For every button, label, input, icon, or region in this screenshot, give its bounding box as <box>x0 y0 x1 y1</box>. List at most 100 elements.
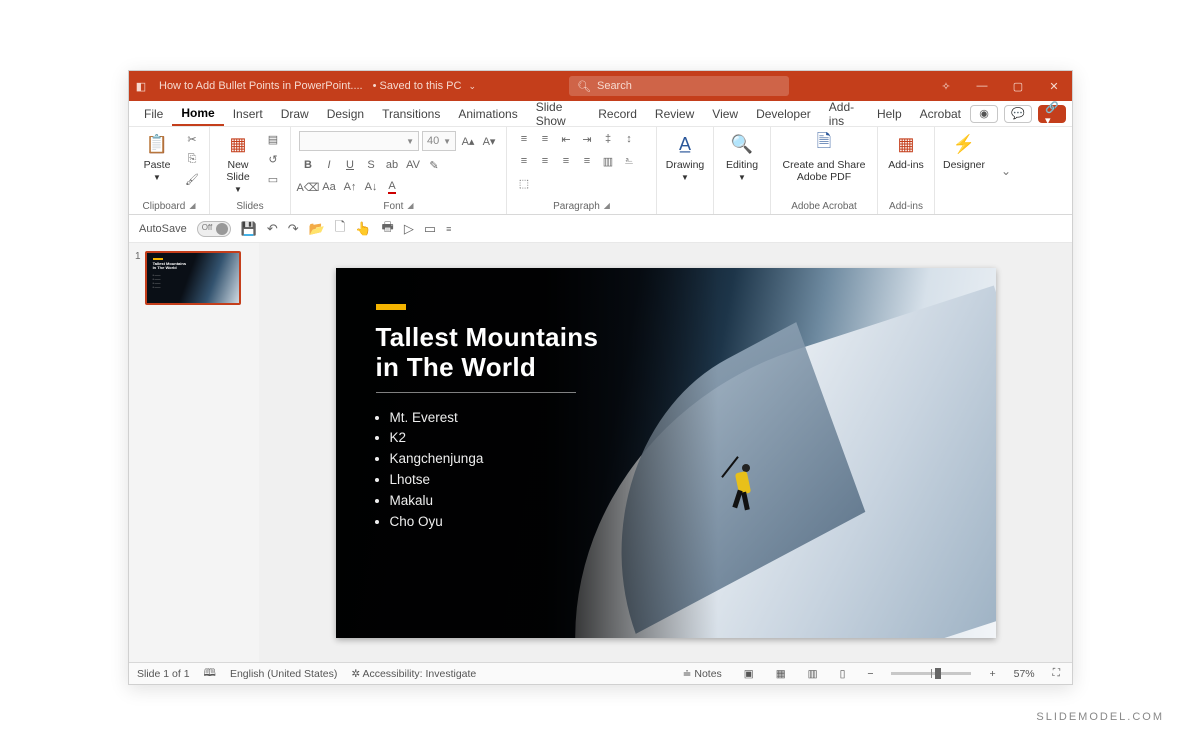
shadow-button[interactable]: ab <box>383 157 401 173</box>
accessibility-status[interactable]: ✲ Accessibility: Investigate <box>351 668 476 680</box>
tab-insert[interactable]: Insert <box>224 103 272 125</box>
tab-review[interactable]: Review <box>646 103 703 125</box>
coming-soon-icon[interactable]: ✧ <box>928 71 964 101</box>
change-case-button[interactable]: Aa <box>320 179 338 195</box>
slide-counter[interactable]: Slide 1 of 1 <box>137 668 190 680</box>
save-button[interactable]: 💾 <box>241 221 257 237</box>
list-item[interactable]: Makalu <box>390 491 484 512</box>
align-text-button[interactable]: ⎁ <box>620 153 638 169</box>
justify-button[interactable]: ≡ <box>578 153 596 169</box>
minimize-button[interactable]: ― <box>964 71 1000 101</box>
italic-button[interactable]: I <box>320 157 338 173</box>
zoom-out-button[interactable]: − <box>863 668 877 680</box>
line-spacing-button[interactable]: ‡ <box>599 131 617 147</box>
font-launcher-icon[interactable]: ◢ <box>407 201 413 212</box>
indent-decrease-button[interactable]: ⇤ <box>557 131 575 147</box>
reading-view-button[interactable]: ▥ <box>804 668 822 680</box>
section-button[interactable]: ▭ <box>264 171 282 187</box>
slide-canvas-area[interactable]: Tallest Mountainsin The World Mt. Everes… <box>259 243 1072 662</box>
font-shrink-button[interactable]: A↓ <box>362 179 380 195</box>
slide-bullet-list[interactable]: Mt. Everest K2 Kangchenjunga Lhotse Maka… <box>390 408 484 534</box>
autosave-toggle[interactable]: Off <box>197 221 231 237</box>
font-family-select[interactable]: ▼ <box>299 131 419 151</box>
highlight-button[interactable]: ✎ <box>425 157 443 173</box>
addins-button[interactable]: ▦ Add-ins <box>886 131 926 171</box>
text-direction-button[interactable]: ↕ <box>620 131 638 147</box>
thumbnail-1[interactable]: Tallest MountainsIn The World • ——• ——• … <box>145 251 241 305</box>
columns-button[interactable]: ▥ <box>599 153 617 169</box>
tab-view[interactable]: View <box>703 103 747 125</box>
convert-smartart-button[interactable]: ⬚ <box>515 175 533 191</box>
qat-more-button[interactable]: ≡ <box>446 224 451 234</box>
font-color-button[interactable]: A <box>383 179 401 195</box>
search-box[interactable]: 🔍︎ <box>569 76 789 96</box>
print-button[interactable]: 🖶 <box>382 218 394 240</box>
normal-view-button[interactable]: ▣ <box>740 668 758 680</box>
indent-increase-button[interactable]: ⇥ <box>578 131 596 147</box>
save-status[interactable]: • Saved to this PC <box>369 80 466 92</box>
collapse-ribbon-button[interactable]: ⌄ <box>993 164 1019 178</box>
comments-button[interactable]: 💬 <box>1004 105 1032 123</box>
redo-button[interactable]: ↷ <box>288 221 299 237</box>
cut-button[interactable]: ✂ <box>183 131 201 147</box>
zoom-slider[interactable] <box>891 672 971 675</box>
paste-button[interactable]: 📋 Paste ▼ <box>137 131 177 182</box>
copy-button[interactable]: ⎘ <box>183 151 201 167</box>
from-beginning-button[interactable]: ▷ <box>404 221 414 237</box>
tab-record[interactable]: Record <box>589 103 646 125</box>
designer-button[interactable]: ⚡ Designer <box>943 131 985 171</box>
new-slide-button[interactable]: ▦ New Slide ▼ <box>218 131 258 194</box>
new-file-button[interactable]: 🗋 <box>335 218 345 240</box>
fit-to-window-button[interactable]: ⛶ <box>1049 667 1064 680</box>
bullets-button[interactable]: ≡ <box>515 131 533 147</box>
slide-thumbnail-pane[interactable]: 1 Tallest MountainsIn The World • ——• ——… <box>129 243 259 662</box>
zoom-level[interactable]: 57% <box>1014 668 1035 680</box>
tab-home[interactable]: Home <box>172 102 223 126</box>
search-input[interactable] <box>597 80 781 92</box>
close-button[interactable]: ✕ <box>1036 71 1072 101</box>
slide-title[interactable]: Tallest Mountainsin The World <box>376 322 599 383</box>
document-title[interactable]: How to Add Bullet Points in PowerPoint..… <box>153 80 369 92</box>
editing-button[interactable]: 🔍 Editing ▼ <box>722 131 762 182</box>
char-spacing-button[interactable]: AV <box>404 157 422 173</box>
list-item[interactable]: K2 <box>390 428 484 449</box>
tab-help[interactable]: Help <box>868 103 911 125</box>
list-item[interactable]: Mt. Everest <box>390 408 484 429</box>
list-item[interactable]: Kangchenjunga <box>390 449 484 470</box>
slide-sorter-button[interactable]: ▦ <box>772 668 790 680</box>
increase-font-button[interactable]: A▴ <box>459 133 477 149</box>
strikethrough-button[interactable]: S <box>362 157 380 173</box>
slide-1[interactable]: Tallest Mountainsin The World Mt. Everes… <box>336 268 996 638</box>
drawing-button[interactable]: A̲ Drawing ▼ <box>665 131 705 182</box>
undo-button[interactable]: ↶ <box>267 221 278 237</box>
tab-developer[interactable]: Developer <box>747 103 820 125</box>
font-grow-button[interactable]: A↑ <box>341 179 359 195</box>
align-right-button[interactable]: ≡ <box>557 153 575 169</box>
tab-animations[interactable]: Animations <box>449 103 526 125</box>
reset-button[interactable]: ↺ <box>264 151 282 167</box>
list-item[interactable]: Lhotse <box>390 470 484 491</box>
touch-mode-button[interactable]: 👆 <box>355 221 371 237</box>
maximize-button[interactable]: ▢ <box>1000 71 1036 101</box>
tab-draw[interactable]: Draw <box>272 103 318 125</box>
open-button[interactable]: 📂 <box>309 221 325 237</box>
language-status[interactable]: English (United States) <box>230 668 337 680</box>
tab-design[interactable]: Design <box>318 103 373 125</box>
align-center-button[interactable]: ≡ <box>536 153 554 169</box>
share-button[interactable]: 🔗 ▾ <box>1038 105 1066 123</box>
bold-button[interactable]: B <box>299 157 317 173</box>
tab-file[interactable]: File <box>135 103 172 125</box>
tab-acrobat[interactable]: Acrobat <box>911 103 970 125</box>
align-left-button[interactable]: ≡ <box>515 153 533 169</box>
create-pdf-button[interactable]: 🗎 Create and Share Adobe PDF <box>779 131 869 183</box>
layout-button[interactable]: ▤ <box>264 131 282 147</box>
spellcheck-icon[interactable]: 🕮 <box>204 665 216 683</box>
quick-layout-button[interactable]: ▭ <box>424 221 436 237</box>
clipboard-launcher-icon[interactable]: ◢ <box>189 201 195 212</box>
paragraph-launcher-icon[interactable]: ◢ <box>604 201 610 212</box>
format-painter-button[interactable]: 🖌 <box>183 171 201 187</box>
decrease-font-button[interactable]: A▾ <box>480 133 498 149</box>
underline-button[interactable]: U <box>341 157 359 173</box>
numbering-button[interactable]: ≡ <box>536 131 554 147</box>
save-status-chevron-icon[interactable]: ⌄ <box>465 81 479 92</box>
